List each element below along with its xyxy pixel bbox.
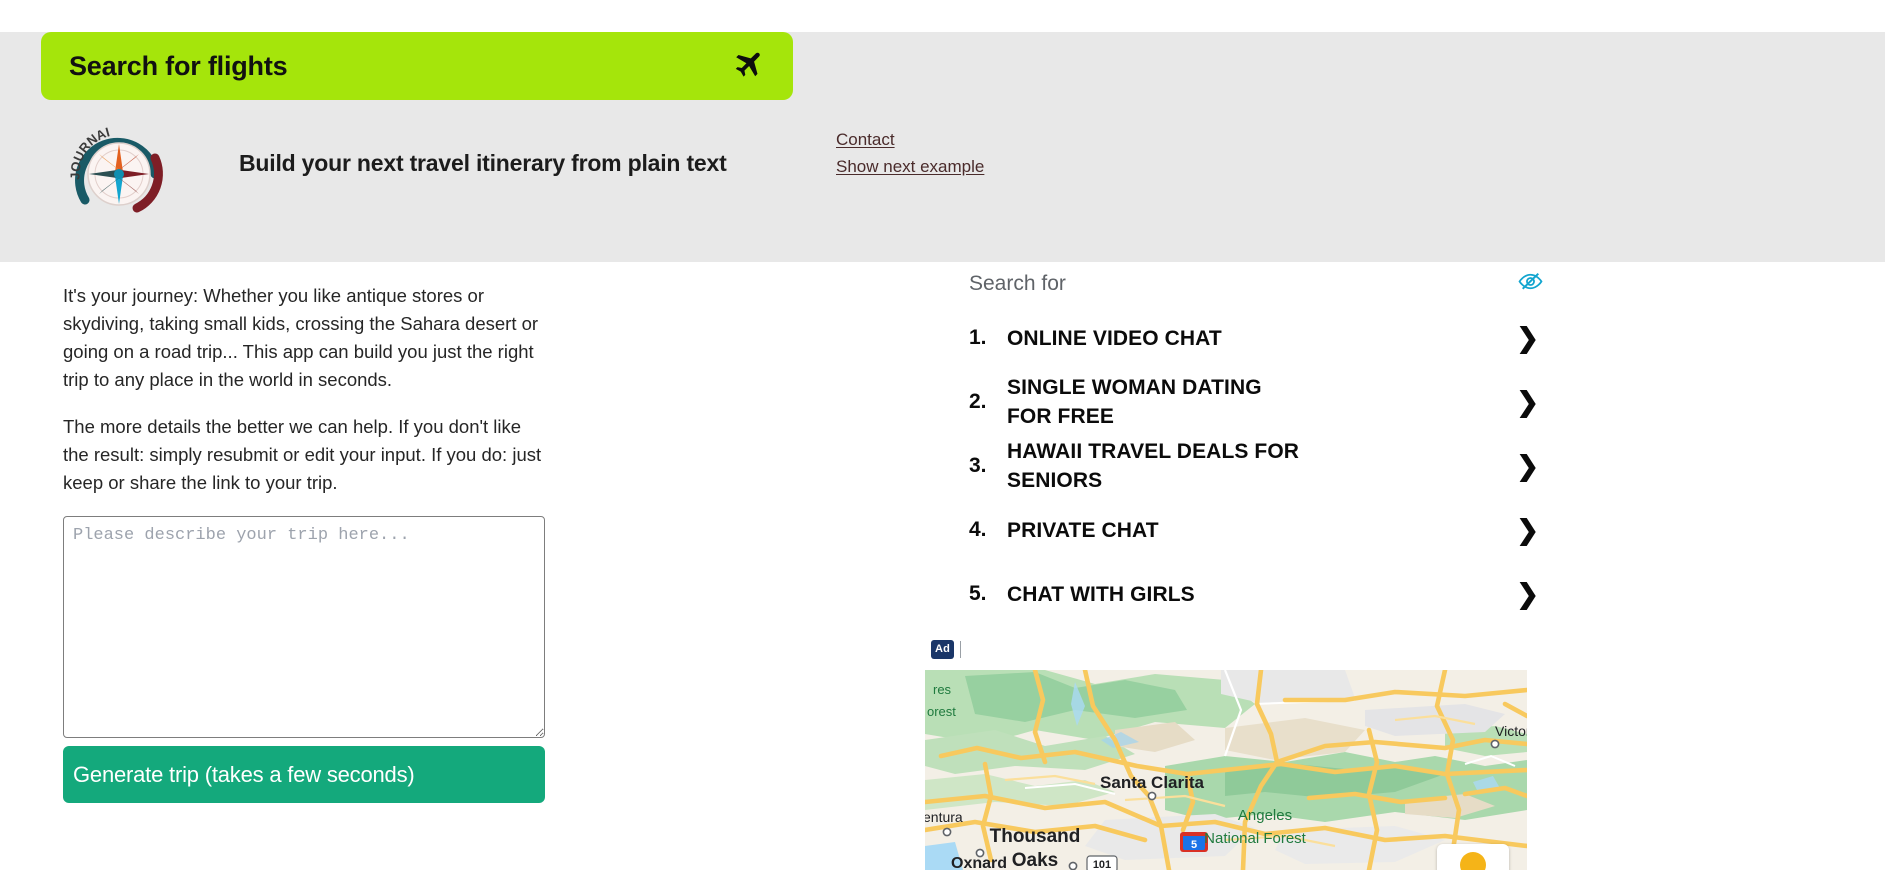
ad-badge-divider [960, 640, 962, 658]
map-control-button[interactable] [1437, 844, 1509, 870]
svg-text:5: 5 [1191, 839, 1197, 851]
chevron-right-icon: ❯ [1516, 386, 1539, 417]
svg-text:Oxnard: Oxnard [951, 855, 1007, 870]
chevron-right-icon: ❯ [1516, 322, 1539, 353]
app-root: Search for flights JOURNAI Build your ne… [0, 0, 1885, 877]
ads-list: 1. ONLINE VIDEO CHAT ❯ 2. SINGLE WOMAN D… [925, 306, 1565, 626]
svg-text:orest: orest [927, 704, 956, 719]
svg-text:Victorville: Victorville [1495, 723, 1527, 739]
compass-rose-logo: JOURNAI [63, 114, 175, 226]
ad-item-text: CHAT WITH GIRLS [1007, 582, 1195, 606]
svg-text:res: res [933, 682, 952, 697]
eye-off-icon[interactable] [1518, 269, 1543, 299]
ad-item-text: ONLINE VIDEO CHAT [1007, 326, 1222, 350]
contact-link[interactable]: Contact [836, 130, 895, 150]
ad-item-number: 1. [969, 326, 987, 349]
search-for-flights-bar[interactable]: Search for flights [41, 32, 793, 100]
map-pegman-icon [1460, 852, 1486, 870]
ads-column: Search for 1. ONLINE VIDEO CHAT ❯ 2. SIN… [925, 262, 1565, 870]
svg-text:Oaks: Oaks [1012, 850, 1058, 870]
chevron-right-icon: ❯ [1516, 514, 1539, 545]
ad-list-item[interactable]: 1. ONLINE VIDEO CHAT ❯ [925, 306, 1565, 370]
trip-description-input[interactable] [63, 516, 545, 738]
ad-item-text: SINGLE WOMAN DATING FOR FREE [1007, 376, 1262, 428]
ad-list-item[interactable]: 4. PRIVATE CHAT ❯ [925, 498, 1565, 562]
svg-text:entura: entura [925, 809, 963, 825]
svg-text:Santa Clarita: Santa Clarita [1100, 773, 1204, 792]
map-preview[interactable]: 5 101 res orest Angeles National Forest [925, 670, 1527, 870]
brand-row: JOURNAI Build your next travel itinerary… [41, 108, 1141, 228]
ad-item-number: 2. [969, 390, 987, 413]
intro-paragraph-1: It's your journey: Whether you like anti… [63, 285, 539, 390]
generate-trip-button[interactable]: Generate trip (takes a few seconds) [63, 746, 545, 803]
ads-header: Search for [925, 262, 1565, 306]
ad-item-number: 5. [969, 582, 987, 605]
tagline: Build your next travel itinerary from pl… [239, 150, 727, 176]
airplane-icon [729, 49, 763, 83]
ad-item-text: PRIVATE CHAT [1007, 518, 1159, 542]
ad-list-item[interactable]: 2. SINGLE WOMAN DATING FOR FREE ❯ [925, 370, 1565, 434]
svg-text:National Forest: National Forest [1204, 830, 1307, 847]
ads-header-label: Search for [969, 272, 1066, 295]
content-card: It's your journey: Whether you like anti… [41, 262, 1885, 877]
chevron-right-icon: ❯ [1516, 578, 1539, 609]
ad-item-number: 4. [969, 518, 987, 541]
map-canvas: 5 101 res orest Angeles National Forest [925, 670, 1527, 870]
ad-attribution-row: Ad [925, 638, 1565, 660]
search-for-flights-label: Search for flights [69, 50, 288, 81]
ad-list-item[interactable]: 5. CHAT WITH GIRLS ❯ [925, 562, 1565, 626]
chevron-right-icon: ❯ [1516, 450, 1539, 481]
left-column: It's your journey: Whether you like anti… [63, 282, 563, 803]
ad-item-number: 3. [969, 454, 987, 477]
ad-badge: Ad [931, 639, 955, 659]
svg-text:101: 101 [1093, 859, 1111, 870]
show-next-example-link[interactable]: Show next example [836, 157, 984, 177]
svg-text:Thousand: Thousand [990, 826, 1081, 847]
ad-item-text: HAWAII TRAVEL DEALS FOR SENIORS [1007, 440, 1300, 492]
ad-list-item[interactable]: 3. HAWAII TRAVEL DEALS FOR SENIORS ❯ [925, 434, 1565, 498]
svg-text:Angeles: Angeles [1238, 807, 1292, 824]
intro-paragraph-2: The more details the better we can help.… [63, 416, 542, 493]
hero-links: Contact Show next example [836, 130, 984, 177]
